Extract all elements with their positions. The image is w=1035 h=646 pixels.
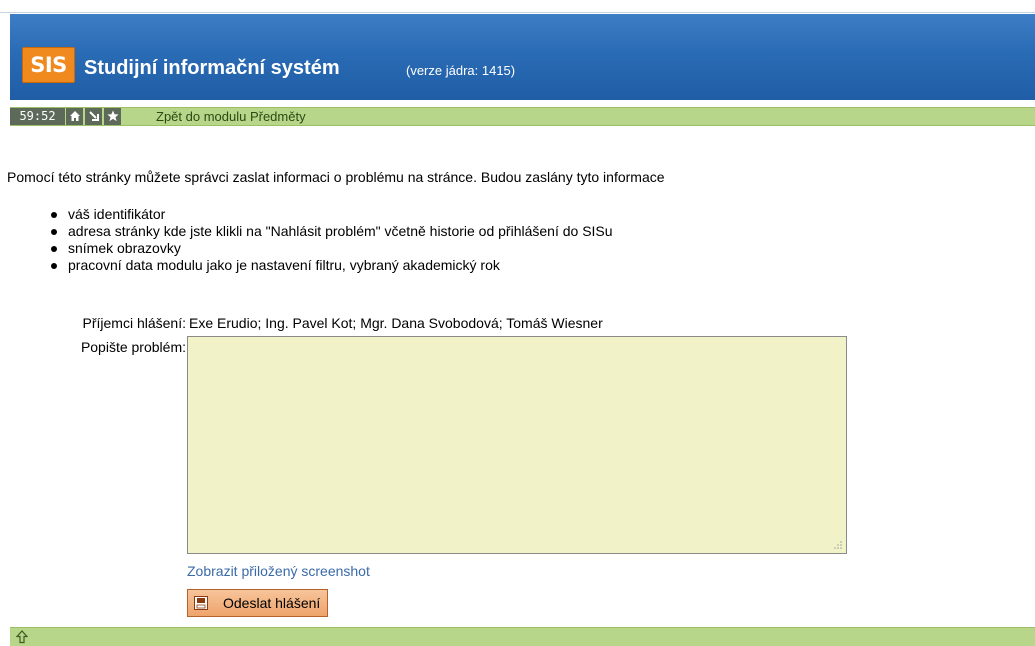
recipients-label: Příjemci hlášení: (82, 315, 186, 331)
list-item: váš identifikátor (49, 206, 613, 223)
describe-problem-label: Popište problém: (80, 339, 186, 355)
list-item: adresa stránky kde jste klikli na "Nahlá… (49, 223, 613, 240)
star-icon[interactable] (103, 108, 121, 125)
show-screenshot-link[interactable]: Zobrazit přiložený screenshot (187, 563, 370, 579)
save-icon (194, 596, 208, 610)
intro-text: Pomocí této stránky můžete správci zasla… (7, 169, 665, 185)
sis-logo[interactable]: SIS (22, 47, 75, 83)
resize-grip-icon[interactable] (831, 538, 843, 550)
info-list: váš identifikátor adresa stránky kde jst… (49, 206, 613, 274)
list-item: pracovní data modulu jako je nastavení f… (49, 257, 613, 274)
arrow-up-icon[interactable] (16, 630, 28, 644)
recipients-value: Exe Erudio; Ing. Pavel Kot; Mgr. Dana Sv… (189, 315, 603, 331)
app-title: Studijní informační systém (84, 57, 340, 79)
app-header: SIS Studijní informační systém (verze já… (10, 14, 1035, 100)
send-report-button[interactable]: Odeslat hlášení (187, 589, 328, 617)
home-icon[interactable] (65, 108, 83, 125)
footer-bar (10, 627, 1035, 646)
window-top-border (0, 0, 1035, 13)
session-timer: 59:52 (10, 108, 65, 125)
list-item: snímek obrazovky (49, 240, 613, 257)
send-report-label: Odeslat hlášení (223, 595, 321, 611)
back-to-module-link[interactable]: Zpět do modulu Předměty (156, 108, 306, 125)
arrow-down-right-icon[interactable] (84, 108, 102, 125)
problem-description-textarea[interactable] (187, 336, 847, 554)
version-text: (verze jádra: 1415) (406, 63, 516, 78)
toolbar: 59:52 Zpět do modulu Předměty (10, 107, 1035, 126)
